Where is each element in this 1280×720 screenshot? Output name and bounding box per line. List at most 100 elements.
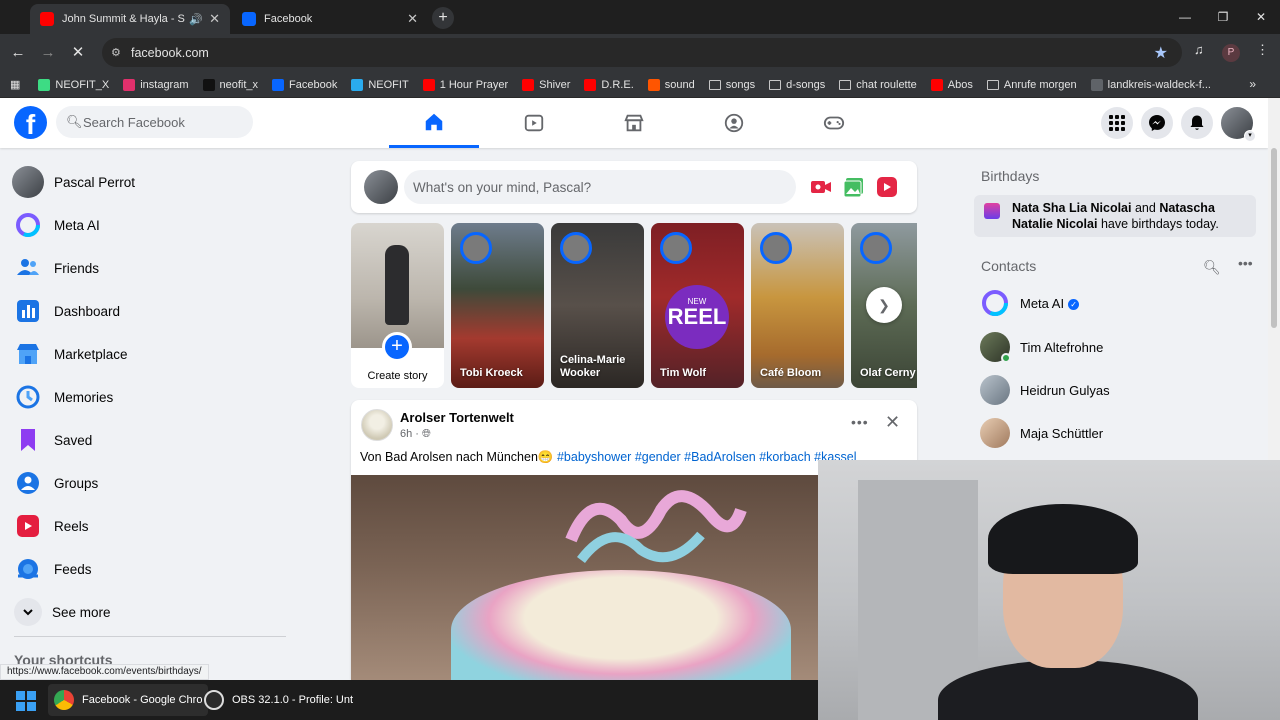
menu-button[interactable] (1101, 107, 1133, 139)
story-card[interactable]: NEW REEL Tim Wolf (651, 223, 744, 388)
bookmark-item[interactable]: instagram (123, 78, 189, 91)
sidebar-item-label: See more (52, 604, 111, 620)
post-time[interactable]: 6h (400, 428, 412, 440)
avatar[interactable] (364, 170, 398, 204)
messenger-button[interactable] (1141, 107, 1173, 139)
sidebar-item-meta-ai[interactable]: Meta AI (8, 205, 288, 245)
sidebar-see-more[interactable]: See more (8, 592, 288, 632)
sidebar-item-groups[interactable]: Groups (8, 463, 288, 503)
contacts-options-icon[interactable]: ••• (1238, 255, 1253, 271)
live-video-icon[interactable] (810, 176, 832, 198)
composer-input[interactable]: What's on your mind, Pascal? (404, 170, 796, 204)
scrollbar-thumb[interactable] (1271, 148, 1277, 328)
post-author-avatar[interactable] (361, 409, 393, 441)
hashtag-link[interactable]: #babyshower (557, 450, 631, 464)
nav-gaming[interactable] (789, 98, 879, 148)
sidebar-item-marketplace[interactable]: Marketplace (8, 334, 288, 374)
sidebar-item-profile[interactable]: Pascal Perrot (8, 162, 288, 202)
bookmark-item[interactable]: chat roulette (839, 79, 917, 91)
bookmark-label: songs (725, 78, 756, 91)
groups-icon (724, 113, 744, 133)
chevron-down-icon (14, 598, 42, 626)
minimize-icon[interactable]: — (1166, 0, 1204, 34)
bookmark-item[interactable]: songs (708, 78, 756, 91)
search-input[interactable]: 🔍︎ Search Facebook (56, 106, 253, 138)
sidebar-item-saved[interactable]: Saved (8, 420, 288, 460)
nav-home[interactable] (389, 98, 479, 148)
bookmark-item[interactable]: neofit_x (202, 78, 258, 91)
birthday-notice[interactable]: Nata Sha Lia Nicolai and Natascha Natali… (974, 195, 1256, 237)
sidebar-item-feeds[interactable]: Feeds (8, 549, 288, 589)
youtube-icon (40, 12, 54, 26)
taskbar-obs[interactable]: OBS 32.1.0 - Profile: Unt (198, 684, 359, 716)
tab-title: John Summit & Hayla - Shi (62, 13, 186, 25)
maximize-icon[interactable]: ❐ (1204, 0, 1242, 34)
story-card[interactable]: Celina-Marie Wooker (551, 223, 644, 388)
stories-next-button[interactable]: ❯ (866, 287, 902, 323)
sidebar-item-memories[interactable]: Memories (8, 377, 288, 417)
profile-button[interactable]: P (1222, 44, 1240, 62)
contact-item[interactable]: Heidrun Gulyas (974, 370, 1256, 410)
search-contacts-icon[interactable]: 🔍︎ (1203, 259, 1221, 276)
bookmark-item[interactable]: d-songs (769, 79, 825, 91)
sidebar-item-dashboard[interactable]: Dashboard (8, 291, 288, 331)
site-info-icon[interactable]: ⚙ (111, 46, 125, 60)
windows-start-icon[interactable] (16, 691, 36, 711)
profile-avatar (12, 166, 44, 198)
bookmark-item[interactable]: Abos (930, 78, 973, 91)
plus-icon[interactable]: + (382, 332, 412, 362)
nav-video[interactable] (489, 98, 579, 148)
bookmark-item[interactable]: D.R.E. (584, 78, 634, 91)
contact-item[interactable]: Maja Schüttler (974, 413, 1256, 453)
hashtag-link[interactable]: #korbach (759, 450, 810, 464)
forward-icon[interactable]: → (38, 43, 58, 63)
folder-icon (708, 79, 721, 90)
browser-menu-icon[interactable]: ⋮ (1256, 42, 1269, 58)
close-window-icon[interactable]: ✕ (1242, 0, 1280, 34)
chrome-icon (54, 690, 74, 710)
hide-post-icon[interactable]: ✕ (885, 412, 900, 433)
bookmark-item[interactable]: Facebook (272, 78, 337, 91)
hashtag-link[interactable]: #gender (635, 450, 681, 464)
reel-icon[interactable] (876, 176, 898, 198)
sidebar-item-friends[interactable]: Friends (8, 248, 288, 288)
bookmark-item[interactable]: NEOFIT (351, 78, 409, 91)
more-bookmarks-icon[interactable]: » (1249, 77, 1256, 91)
photo-video-icon[interactable] (843, 176, 865, 198)
back-icon[interactable]: ← (8, 43, 28, 63)
apps-grid-icon[interactable]: ▦ (10, 78, 20, 91)
hashtag-link[interactable]: #BadArolsen (684, 450, 756, 464)
site-favicon-icon (202, 78, 215, 91)
story-card[interactable]: Café Bloom (751, 223, 844, 388)
nav-groups[interactable] (689, 98, 779, 148)
bookmark-item[interactable]: Shiver (522, 78, 570, 91)
contact-item[interactable]: Meta AI ✓ (974, 283, 1256, 323)
tab-youtube[interactable]: John Summit & Hayla - Shi 🔊 ✕ (30, 4, 230, 34)
account-avatar[interactable]: ▾ (1221, 107, 1256, 142)
facebook-logo[interactable]: f (14, 106, 47, 139)
bookmark-item[interactable]: 1 Hour Prayer (422, 78, 508, 91)
bookmark-item[interactable]: Anrufe morgen (986, 79, 1077, 91)
close-tab-icon[interactable]: ✕ (407, 11, 418, 27)
bookmark-item[interactable]: NEOFIT_X (38, 78, 109, 91)
taskbar-chrome[interactable]: Facebook - Google Chro (48, 684, 209, 716)
bookmark-item[interactable]: sound (647, 78, 695, 91)
speaker-icon[interactable]: 🔊 (189, 13, 203, 26)
story-card[interactable]: Tobi Kroeck (451, 223, 544, 388)
address-bar[interactable]: ⚙ facebook.com ★ (102, 38, 1182, 67)
search-icon: 🔍︎ (66, 114, 83, 129)
tab-facebook[interactable]: Facebook ✕ (232, 4, 428, 34)
bookmark-star-icon[interactable]: ★ (1154, 43, 1168, 63)
create-story-card[interactable]: + Create story (351, 223, 444, 388)
sidebar-item-reels[interactable]: Reels (8, 506, 288, 546)
bookmark-item[interactable]: landkreis-waldeck-f... (1090, 78, 1211, 91)
new-tab-button[interactable]: + (432, 7, 454, 29)
stop-loading-icon[interactable]: ✕ (68, 43, 88, 63)
close-tab-icon[interactable]: ✕ (209, 11, 220, 27)
media-controls-icon[interactable]: ♫ (1194, 42, 1204, 57)
contact-item[interactable]: Tim Altefrohne (974, 327, 1256, 367)
notifications-button[interactable] (1181, 107, 1213, 139)
nav-marketplace[interactable] (589, 98, 679, 148)
post-options-icon[interactable]: ••• (851, 414, 869, 430)
post-author[interactable]: Arolser Tortenwelt (400, 410, 514, 425)
